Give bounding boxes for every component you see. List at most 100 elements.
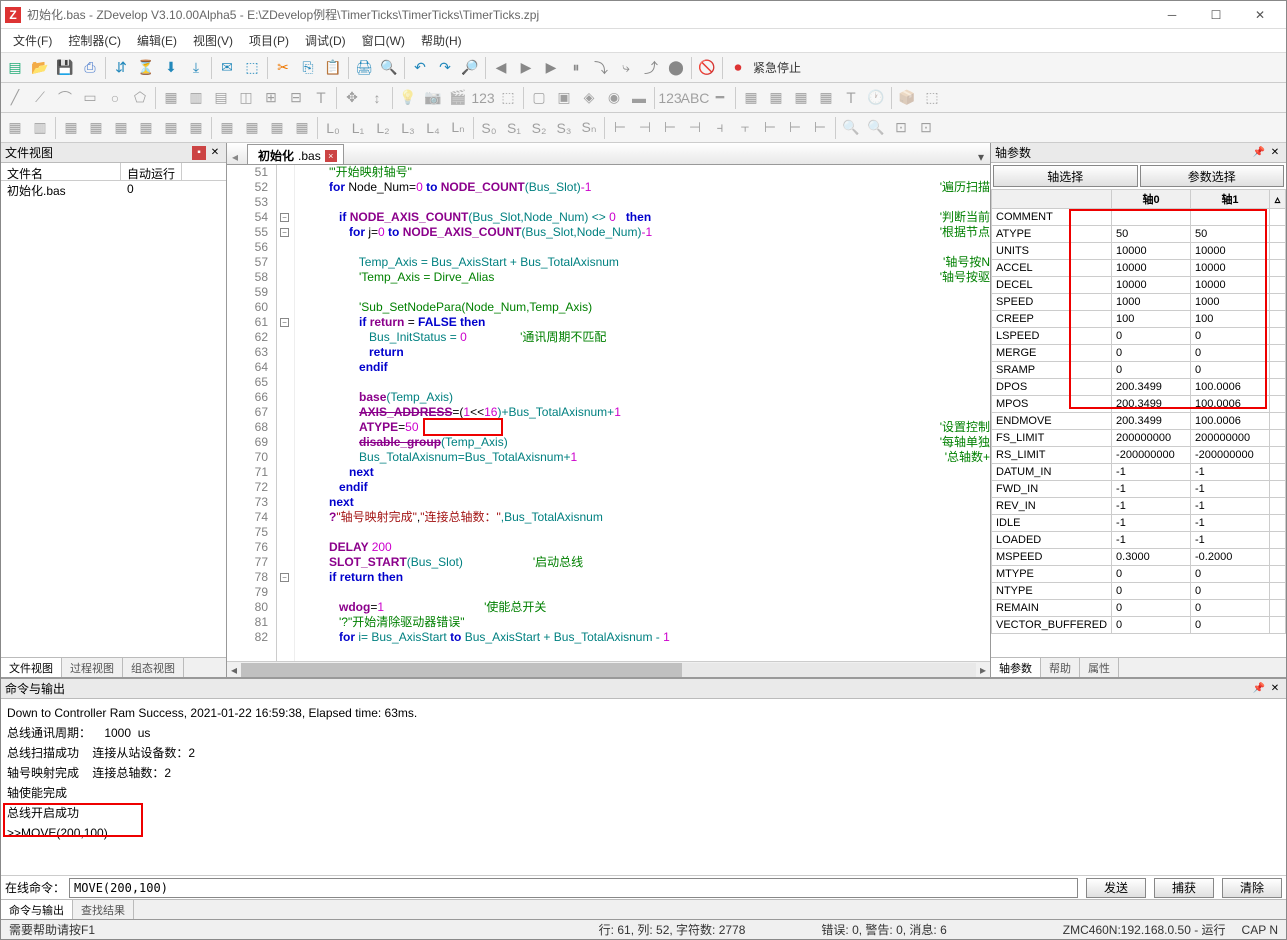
axis-row[interactable]: NTYPE00	[992, 583, 1286, 600]
file-row[interactable]: 初始化.bas0	[1, 181, 226, 200]
cut-icon[interactable]: ✂	[271, 56, 295, 80]
tab-dropdown-icon[interactable]: ▾	[978, 150, 984, 164]
tab-attr[interactable]: 属性	[1080, 658, 1119, 677]
axis-row[interactable]: MERGE00	[992, 345, 1286, 362]
editor-hscroll[interactable]: ◂ ▸	[227, 661, 990, 677]
file-list[interactable]: 初始化.bas0	[1, 181, 226, 657]
tab-proc-view[interactable]: 过程视图	[62, 658, 123, 677]
net-icon[interactable]: ⬚	[240, 56, 264, 80]
code-editor[interactable]: 515253545556 575859606162 636465666768 6…	[227, 165, 990, 661]
axis-row[interactable]: IDLE-1-1	[992, 515, 1286, 532]
axis-row[interactable]: UNITS1000010000	[992, 243, 1286, 260]
estop-icon[interactable]: ⏺	[726, 56, 750, 80]
close-pane-icon[interactable]: ✕	[1268, 682, 1282, 696]
minimize-button[interactable]: ─	[1150, 2, 1194, 28]
axis-row[interactable]: VECTOR_BUFFERED00	[992, 617, 1286, 634]
clear-button[interactable]: 清除	[1222, 878, 1282, 898]
stepin-icon[interactable]: ⤵	[589, 56, 613, 80]
menu-controller[interactable]: 控制器(C)	[60, 30, 129, 51]
line-gutter: 515253545556 575859606162 636465666768 6…	[227, 165, 277, 661]
axis-row[interactable]: MPOS200.3499100.0006	[992, 396, 1286, 413]
axis-row[interactable]: ACCEL1000010000	[992, 260, 1286, 277]
pin-icon[interactable]: ▪	[192, 146, 206, 160]
copy-icon[interactable]: ⎘	[296, 56, 320, 80]
tab-group-view[interactable]: 组态视图	[123, 658, 184, 677]
axis-row[interactable]: CREEP100100	[992, 311, 1286, 328]
tab-output[interactable]: 命令与输出	[1, 900, 73, 919]
axis-select-button[interactable]: 轴选择	[993, 165, 1138, 187]
stepout-icon[interactable]: ⤴	[639, 56, 663, 80]
tab-help[interactable]: 帮助	[1041, 658, 1080, 677]
axis-row[interactable]: ENDMOVE200.3499100.0006	[992, 413, 1286, 430]
tab-find[interactable]: 查找结果	[73, 900, 134, 919]
break-icon[interactable]: ⬤	[664, 56, 688, 80]
tab-file-view[interactable]: 文件视图	[1, 658, 62, 677]
axis-row[interactable]: REV_IN-1-1	[992, 498, 1286, 515]
tab-axis[interactable]: 轴参数	[991, 658, 1041, 677]
axis-row[interactable]: DATUM_IN-1-1	[992, 464, 1286, 481]
menu-view[interactable]: 视图(V)	[185, 30, 241, 51]
paste-icon[interactable]: 📋	[321, 56, 345, 80]
new-icon[interactable]: ▤	[3, 56, 27, 80]
menu-file[interactable]: 文件(F)	[5, 30, 60, 51]
pause-icon[interactable]: ⏸	[564, 56, 588, 80]
menu-help[interactable]: 帮助(H)	[413, 30, 470, 51]
print-icon[interactable]: 🖨	[352, 56, 376, 80]
axis-row[interactable]: DPOS200.3499100.0006	[992, 379, 1286, 396]
close-pane-icon[interactable]: ✕	[1268, 146, 1282, 160]
axis-row[interactable]: MTYPE00	[992, 566, 1286, 583]
nostop-icon[interactable]: 🚫	[695, 56, 719, 80]
menu-project[interactable]: 项目(P)	[241, 30, 297, 51]
rect-icon: ▭	[78, 86, 102, 110]
menu-edit[interactable]: 编辑(E)	[129, 30, 185, 51]
output-area[interactable]: Down to Controller Ram Success, 2021-01-…	[1, 699, 1286, 875]
back-icon[interactable]: ◀	[489, 56, 513, 80]
capture-button[interactable]: 捕获	[1154, 878, 1214, 898]
axis-header: 轴参数 📌 ✕	[991, 143, 1286, 163]
axis-row[interactable]: RS_LIMIT-200000000-200000000	[992, 447, 1286, 464]
saveall-icon[interactable]: ⎙	[78, 56, 102, 80]
axis-row[interactable]: SPEED10001000	[992, 294, 1286, 311]
axis-table[interactable]: 轴0轴1▵ COMMENTATYPE5050UNITS1000010000ACC…	[991, 189, 1286, 657]
menu-window[interactable]: 窗口(W)	[354, 30, 413, 51]
axis-row[interactable]: LSPEED00	[992, 328, 1286, 345]
maximize-button[interactable]: ☐	[1194, 2, 1238, 28]
status-pos: 行: 61, 列: 52, 字符数: 2778	[591, 921, 754, 938]
axis-row[interactable]: MSPEED0.3000-0.2000	[992, 549, 1286, 566]
undo-icon[interactable]: ↶	[408, 56, 432, 80]
close-pane-icon[interactable]: ✕	[208, 146, 222, 160]
axis-row[interactable]: REMAIN00	[992, 600, 1286, 617]
axis-row[interactable]: LOADED-1-1	[992, 532, 1286, 549]
axis-row[interactable]: COMMENT	[992, 209, 1286, 226]
redo-icon[interactable]: ↷	[433, 56, 457, 80]
axis-row[interactable]: DECEL1000010000	[992, 277, 1286, 294]
mail-icon[interactable]: ✉	[215, 56, 239, 80]
download-icon[interactable]: ⬇	[159, 56, 183, 80]
find-icon[interactable]: 🔎	[458, 56, 482, 80]
run-icon[interactable]: ▶	[539, 56, 563, 80]
preview-icon[interactable]: 🔍	[377, 56, 401, 80]
file-tab[interactable]: 初始化.bas ×	[247, 144, 344, 164]
open-icon[interactable]: 📂	[28, 56, 52, 80]
toolbar-3: ▦▥ ▦▦▦ ▦▦▦ ▦▦▦ ▦ L₀L₁L₂ L₃L₄Lₙ S₀S₁S₂ S₃…	[1, 113, 1286, 143]
tab-close-icon[interactable]: ×	[325, 150, 337, 162]
cmd-input[interactable]	[69, 878, 1078, 898]
fwd-icon[interactable]: ▶	[514, 56, 538, 80]
save-icon[interactable]: 💾	[53, 56, 77, 80]
axis-row[interactable]: SRAMP00	[992, 362, 1286, 379]
axis-row[interactable]: FS_LIMIT200000000200000000	[992, 430, 1286, 447]
param-select-button[interactable]: 参数选择	[1140, 165, 1285, 187]
estop-label: 紧急停止	[753, 59, 801, 76]
send-button[interactable]: 发送	[1086, 878, 1146, 898]
connect-icon[interactable]: ⇵	[109, 56, 133, 80]
close-button[interactable]: ✕	[1238, 2, 1282, 28]
axis-row[interactable]: FWD_IN-1-1	[992, 481, 1286, 498]
axis-row[interactable]: ATYPE5050	[992, 226, 1286, 243]
pin-icon[interactable]: 📌	[1252, 682, 1266, 696]
status-help: 需要帮助请按F1	[1, 921, 103, 938]
download2-icon[interactable]: ⤓	[184, 56, 208, 80]
menu-debug[interactable]: 调试(D)	[297, 30, 354, 51]
sync-icon[interactable]: ⏳	[134, 56, 158, 80]
stepover-icon[interactable]: ⤷	[614, 56, 638, 80]
pin-icon[interactable]: 📌	[1252, 146, 1266, 160]
